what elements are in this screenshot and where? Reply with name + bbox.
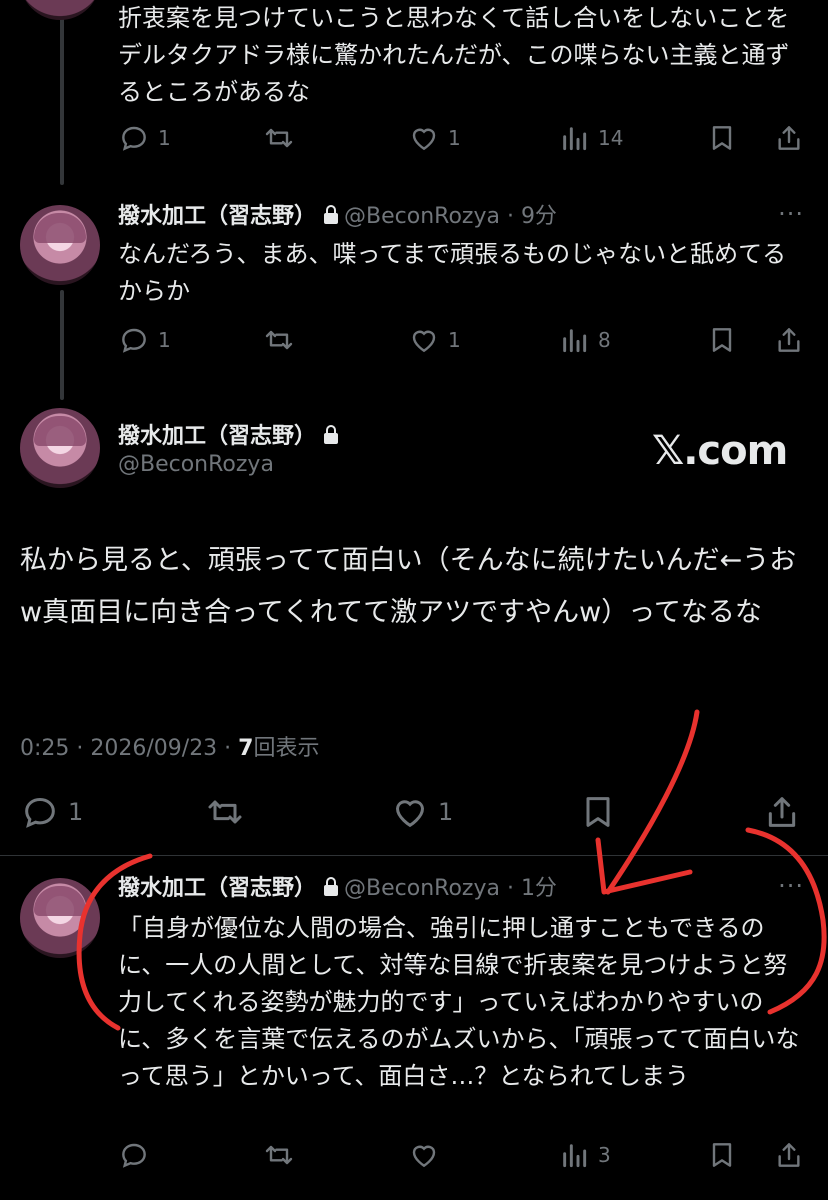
annotation-arrow-head [595, 837, 693, 895]
bookmark-icon [712, 126, 732, 150]
avatar[interactable] [20, 408, 100, 488]
retweet-button[interactable] [263, 320, 295, 360]
lock-icon [324, 205, 339, 224]
timestamp[interactable]: 9分 [521, 204, 557, 229]
share-button[interactable] [773, 1135, 805, 1175]
retweet-button[interactable] [263, 118, 295, 158]
display-name: 撥水加工（習志野） [118, 424, 317, 449]
bookmark-icon [712, 1143, 732, 1167]
like-count: 1 [448, 328, 461, 352]
bookmark-icon [712, 328, 732, 352]
heart-icon [412, 128, 436, 151]
like-button[interactable]: 1 [408, 118, 461, 158]
reply-button[interactable] [118, 1135, 150, 1175]
retweet-icon [265, 1145, 293, 1165]
share-icon [778, 1143, 800, 1167]
reply-button[interactable]: 1 [20, 792, 83, 832]
share-button[interactable] [773, 320, 805, 360]
more-icon[interactable]: ··· [778, 200, 804, 228]
heart-icon [412, 1145, 436, 1168]
views-count: 8 [598, 328, 611, 352]
views-label: 回表示 [253, 736, 320, 761]
main-actions: 1 1 [20, 792, 810, 832]
views-count: 3 [598, 1143, 611, 1167]
retweet-button[interactable] [205, 792, 245, 832]
bookmark-button[interactable] [706, 1135, 738, 1175]
views-count: 7 [238, 736, 254, 761]
reply-icon [25, 797, 55, 828]
share-button[interactable] [762, 792, 802, 832]
retweet-icon [208, 800, 242, 824]
reply-button[interactable]: 1 [118, 320, 171, 360]
share-icon [778, 328, 800, 352]
tweet-text: 「自身が優位な人間の場合、強引に押し通すこともできるのに、一人の人間として、対等… [118, 914, 800, 1090]
handle[interactable]: @BeconRozya [118, 452, 274, 477]
thread-line [60, 290, 64, 400]
like-button[interactable]: 1 [408, 320, 461, 360]
views-button[interactable]: 3 [558, 1135, 611, 1175]
views-icon [563, 127, 587, 151]
lock-icon [324, 877, 339, 896]
share-button[interactable] [773, 118, 805, 158]
avatar[interactable] [20, 205, 100, 285]
handle[interactable]: @BeconRozya [344, 876, 500, 901]
retweet-button[interactable] [263, 1135, 295, 1175]
timestamp[interactable]: 1分 [521, 876, 557, 901]
like-button[interactable] [408, 1135, 440, 1175]
reply-icon [122, 1143, 146, 1168]
views-icon [563, 329, 587, 353]
bookmark-icon [586, 797, 610, 827]
tweet-actions: 3 [118, 1135, 808, 1175]
display-name[interactable]: 撥水加工（習志野） [118, 876, 316, 901]
tweet-actions: 1 1 14 [118, 118, 808, 158]
watermark: 𝕏.com [652, 428, 788, 474]
avatar[interactable] [20, 0, 100, 20]
tweet-meta: 0:25 · 2026/09/23 · 7回表示 [20, 730, 320, 762]
retweet-icon [265, 330, 293, 350]
share-icon [778, 126, 800, 150]
views-icon [563, 1144, 587, 1168]
like-count: 1 [448, 126, 461, 150]
handle[interactable]: @BeconRozya [344, 204, 500, 229]
tweet-text: 折衷案を見つけていこうと思わなくて話し合いをしないことをデルタクアドラ様に驚かれ… [118, 4, 790, 106]
more-icon[interactable]: ··· [778, 872, 804, 900]
heart-icon [395, 800, 425, 828]
tweet-text: なんだろう、まあ、喋ってまで頑張るものじゃないと舐めてるからか [118, 240, 787, 305]
timestamp[interactable]: 0:25 · 2026/09/23 · [20, 736, 238, 761]
divider [0, 855, 828, 856]
share-icon [768, 797, 796, 827]
reply-button[interactable]: 1 [118, 118, 171, 158]
views-button[interactable]: 14 [558, 118, 623, 158]
reply-icon [122, 328, 146, 353]
reply-count: 1 [158, 328, 171, 352]
lock-icon [324, 425, 339, 444]
like-count: 1 [438, 798, 454, 826]
display-name[interactable]: 撥水加工（習志野） [118, 204, 316, 229]
thread-line [60, 0, 64, 185]
bookmark-button[interactable] [706, 320, 738, 360]
avatar[interactable] [20, 878, 100, 958]
retweet-icon [265, 128, 293, 148]
views-count: 14 [598, 126, 624, 150]
tweet-header: 撥水加工（習志野） @BeconRozya · 1分 [118, 876, 557, 901]
main-author[interactable]: 撥水加工（習志野） [118, 418, 344, 450]
bookmark-button[interactable] [706, 118, 738, 158]
bookmark-button[interactable] [578, 792, 618, 832]
like-button[interactable]: 1 [390, 792, 453, 832]
main-tweet-text: 私から見ると、頑張ってて面白い（そんなに続けたいんだ←うおw真面目に向き合ってく… [20, 545, 797, 628]
tweet-actions: 1 1 8 [118, 320, 808, 360]
heart-icon [412, 330, 436, 353]
reply-count: 1 [68, 798, 84, 826]
reply-count: 1 [158, 126, 171, 150]
tweet-header: 撥水加工（習志野） @BeconRozya · 9分 [118, 204, 557, 229]
views-button[interactable]: 8 [558, 320, 611, 360]
reply-icon [122, 126, 146, 151]
